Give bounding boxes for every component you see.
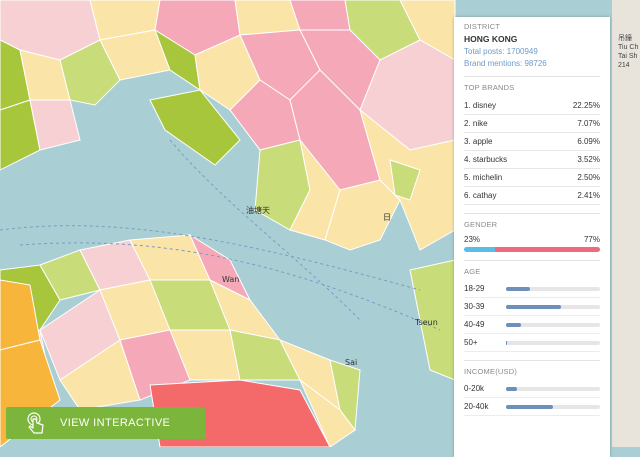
age-bar-track: [506, 322, 600, 327]
brand-row: 3. apple 6.09%: [464, 133, 600, 151]
gender-right-pct: 77%: [583, 235, 600, 244]
gender-bar-left: [464, 247, 496, 252]
income-label: 0-20k: [464, 384, 485, 393]
brand-pct: 3.52%: [577, 155, 600, 164]
age-bar-fill: [506, 340, 507, 345]
divider: [464, 360, 600, 361]
brand-pct: 7.07%: [577, 119, 600, 128]
income-row: 0-20k: [464, 380, 600, 398]
age-bar-track: [506, 340, 600, 345]
age-label: 30-39: [464, 302, 485, 311]
map-edge-label: 吊鐘: [618, 35, 632, 42]
divider: [464, 260, 600, 261]
age-label: 18-29: [464, 284, 485, 293]
brand-name: 6. cathay: [464, 191, 497, 200]
brand-pct: 6.09%: [577, 137, 600, 146]
age-label: 50+: [464, 338, 478, 347]
income-bar-track: [506, 404, 600, 409]
district-info-panel: DISTRICT HONG KONG Total posts: 1700949 …: [454, 17, 610, 457]
income-list: 0-20k 20-40k: [464, 380, 600, 416]
age-bar-fill: [506, 304, 561, 309]
income-bar-track: [506, 386, 600, 391]
income-row: 20-40k: [464, 398, 600, 416]
brand-row: 4. starbucks 3.52%: [464, 151, 600, 169]
income-label: 20-40k: [464, 402, 489, 411]
map-label: 油塘天: [246, 205, 270, 215]
income-title: INCOME(USD): [464, 367, 518, 376]
gender-left-pct: 23%: [464, 235, 481, 244]
map-label: Tseun: [414, 318, 438, 327]
map-edge-label: 214: [618, 62, 630, 69]
total-posts: Total posts: 1700949: [464, 47, 538, 56]
view-interactive-button[interactable]: VIEW INTERACTIVE: [6, 407, 206, 439]
brand-pct: 2.50%: [577, 173, 600, 182]
age-title: AGE: [464, 267, 481, 276]
map-edge-label: Tiu Ch: [618, 44, 639, 51]
top-brands-title: TOP BRANDS: [464, 83, 515, 92]
age-bar-track: [506, 286, 600, 291]
map-label: Wan: [222, 275, 239, 284]
age-row: 40-49: [464, 316, 600, 334]
brand-name: 5. michelin: [464, 173, 503, 182]
age-row: 18-29: [464, 280, 600, 298]
age-row: 50+: [464, 334, 600, 352]
view-interactive-label: VIEW INTERACTIVE: [60, 417, 171, 429]
gender-bar-right: [495, 247, 600, 252]
gender-title: GENDER: [464, 220, 498, 229]
brand-row: 1. disney 22.25%: [464, 97, 600, 115]
divider: [464, 76, 600, 77]
brand-row: 5. michelin 2.50%: [464, 169, 600, 187]
brand-name: 3. apple: [464, 137, 493, 146]
map-label: Sai: [345, 358, 357, 367]
brand-row: 6. cathay 2.41%: [464, 187, 600, 205]
age-label: 40-49: [464, 320, 485, 329]
brand-mentions: Brand mentions: 98726: [464, 59, 547, 68]
age-bar-track: [506, 304, 600, 309]
age-list: 18-29 30-39 40-49 50+: [464, 280, 600, 352]
brand-name: 4. starbucks: [464, 155, 508, 164]
map-edge-label: Tai Sh: [618, 53, 638, 60]
district-section-title: DISTRICT: [464, 22, 501, 31]
age-row: 30-39: [464, 298, 600, 316]
income-bar-fill: [506, 386, 518, 391]
gender-labels: 23% 77%: [464, 235, 600, 244]
map-label: 日: [383, 213, 391, 222]
age-bar-fill: [506, 322, 522, 327]
brand-list: 1. disney 22.25% 2. nike 7.07% 3. apple 6.0…: [464, 97, 600, 205]
tap-hand-icon: [27, 412, 44, 434]
gender-bar: [464, 247, 600, 252]
district-name: HONG KONG: [464, 34, 518, 44]
income-bar-fill: [506, 404, 553, 409]
brand-pct: 2.41%: [577, 191, 600, 200]
brand-pct: 22.25%: [572, 101, 600, 110]
brand-row: 2. nike 7.07%: [464, 115, 600, 133]
brand-name: 1. disney: [464, 101, 497, 110]
brand-name: 2. nike: [464, 119, 488, 128]
age-bar-fill: [506, 286, 530, 291]
divider: [464, 213, 600, 214]
